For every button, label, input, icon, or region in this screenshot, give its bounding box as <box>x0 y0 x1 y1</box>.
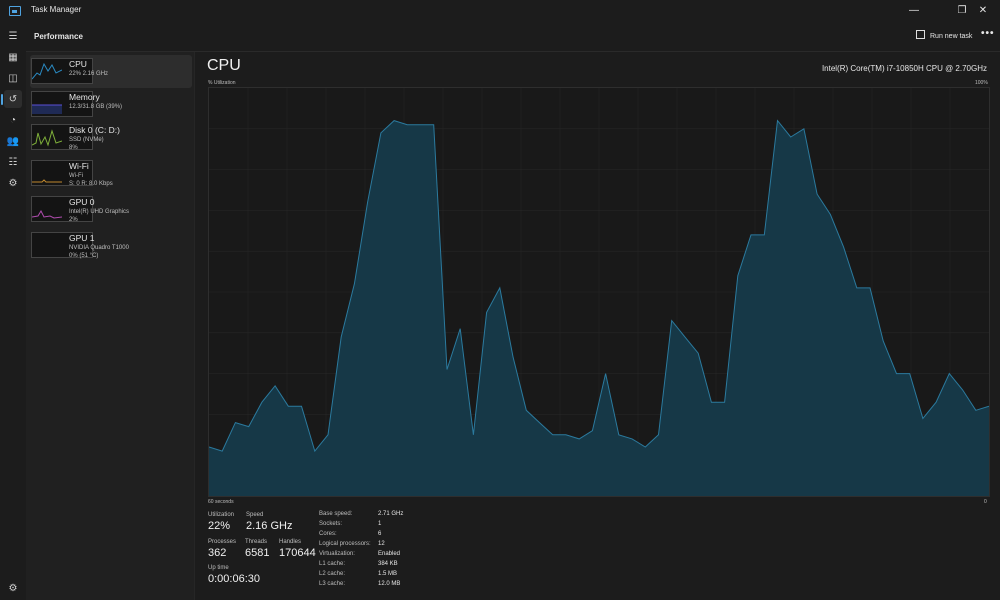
cores-value: 6 <box>378 531 382 537</box>
users-icon[interactable]: 👥 <box>6 135 20 149</box>
cpu-model-name: Intel(R) Core(TM) i7-10850H CPU @ 2.70GH… <box>821 64 987 73</box>
processes-label: Processes <box>208 539 237 545</box>
l3-cache-value: 12.0 MB <box>378 581 401 587</box>
wifi-thumbnail-svg <box>32 179 62 183</box>
resource-item-disk[interactable]: Disk 0 (C: D:) SSD (NVMe) 8% <box>30 121 192 154</box>
resource-detail: Intel(R) UHD Graphics 2% <box>69 209 130 223</box>
resource-detail: NVIDIA Quadro T1000 0% (51 °C) <box>69 245 129 259</box>
navigation-rail: ☰ ▦ ◫ ↺ ◔ 👥 ☷ ⚙ <box>0 22 26 600</box>
memory-thumbnail-svg <box>32 104 62 114</box>
l1-cache-key: L1 cache: <box>319 561 346 567</box>
cpu-graph-svg <box>209 88 989 496</box>
rail-active-indicator <box>1 94 3 105</box>
resource-item-gpu0[interactable]: GPU 0 Intel(R) UHD Graphics 2% <box>30 193 192 226</box>
page-header: Performance Run new task ••• <box>26 22 1000 52</box>
speed-value: 2.16 GHz <box>246 520 293 532</box>
settings-icon[interactable]: ⚙ <box>7 583 19 595</box>
l1-cache-value: 384 KB <box>378 561 398 567</box>
uptime-label: Up time <box>208 565 229 571</box>
l2-cache-value: 1.5 MB <box>378 571 398 577</box>
resource-name: GPU 0 <box>69 197 95 207</box>
app-history-icon[interactable]: ↺ <box>6 93 20 107</box>
cpu-thumbnail-svg <box>31 62 63 80</box>
resource-detail: 12.3/31.8 GB (39%) <box>69 104 123 110</box>
details-icon[interactable]: ☷ <box>6 156 20 170</box>
max-axis-label: 100% <box>975 80 988 86</box>
resource-name: GPU 1 <box>69 233 95 243</box>
run-task-icon <box>916 30 925 39</box>
resource-detail: Wi-Fi S: 0 R: 8.0 Kbps <box>69 173 113 187</box>
uptime-value: 0:00:06:30 <box>208 573 260 585</box>
cores-key: Cores: <box>319 531 337 537</box>
resource-name: CPU <box>69 59 87 69</box>
title-bar: Task Manager — ❐ ✕ <box>0 0 1000 22</box>
l3-cache-key: L3 cache: <box>319 581 346 587</box>
disk-thumbnail-svg <box>31 129 63 147</box>
resource-list: CPU 22% 2.16 GHz Memory 12.3/31.8 GB (39… <box>26 52 195 600</box>
resource-name: Wi-Fi <box>69 161 89 171</box>
resource-item-memory[interactable]: Memory 12.3/31.8 GB (39%) <box>30 88 192 121</box>
cpu-utilization-graph <box>208 87 990 497</box>
threads-label: Threads <box>245 539 268 545</box>
resource-detail: SSD (NVMe) 8% <box>69 137 104 151</box>
resource-item-gpu1[interactable]: GPU 1 NVIDIA Quadro T1000 0% (51 °C) <box>30 229 192 262</box>
resource-name: Memory <box>69 92 100 102</box>
hamburger-icon[interactable]: ☰ <box>6 30 20 44</box>
utilization-label: Utilization <box>208 512 235 518</box>
run-new-task-label: Run new task <box>930 33 973 40</box>
resource-item-cpu[interactable]: CPU 22% 2.16 GHz <box>30 55 192 88</box>
resource-detail: 22% 2.16 GHz <box>69 71 109 77</box>
startup-apps-icon[interactable]: ◔ <box>6 114 20 128</box>
resource-name: Disk 0 (C: D:) <box>69 125 120 135</box>
speed-label: Speed <box>246 512 264 518</box>
time-end-label: 0 <box>984 499 987 505</box>
base-speed-value: 2.71 GHz <box>378 511 404 517</box>
gpu0-thumbnail-svg <box>31 209 63 219</box>
virtualization-value: Enabled <box>378 551 401 557</box>
logical-processors-key: Logical processors: <box>319 541 371 547</box>
virtualization-key: Virtualization: <box>319 551 355 557</box>
close-button[interactable]: ✕ <box>966 1 1000 21</box>
utilization-value: 22% <box>208 520 231 532</box>
sockets-key: Sockets: <box>319 521 343 527</box>
time-start-label: 60 seconds <box>208 499 234 505</box>
page-title: Performance <box>34 32 83 41</box>
utilization-axis-label: % Utilization <box>208 80 236 86</box>
resource-item-wifi[interactable]: Wi-Fi Wi-Fi S: 0 R: 8.0 Kbps <box>30 157 192 190</box>
l2-cache-key: L2 cache: <box>319 571 346 577</box>
services-icon[interactable]: ⚙ <box>6 177 20 191</box>
sockets-value: 1 <box>378 521 382 527</box>
base-speed-key: Base speed: <box>319 511 353 517</box>
more-options-button[interactable]: ••• <box>981 28 995 39</box>
window-title: Task Manager <box>31 5 82 14</box>
run-new-task-button[interactable]: Run new task <box>916 30 972 40</box>
resource-title: CPU <box>207 57 241 74</box>
performance-icon[interactable]: ◫ <box>6 72 20 86</box>
handles-label: Handles <box>279 539 302 545</box>
processes-icon[interactable]: ▦ <box>6 51 20 65</box>
task-manager-icon <box>9 6 21 16</box>
logical-processors-value: 12 <box>378 541 385 547</box>
threads-value: 6581 <box>245 547 270 559</box>
handles-value: 170644 <box>279 547 316 559</box>
processes-value: 362 <box>208 547 227 559</box>
minimize-button[interactable]: — <box>897 1 931 21</box>
